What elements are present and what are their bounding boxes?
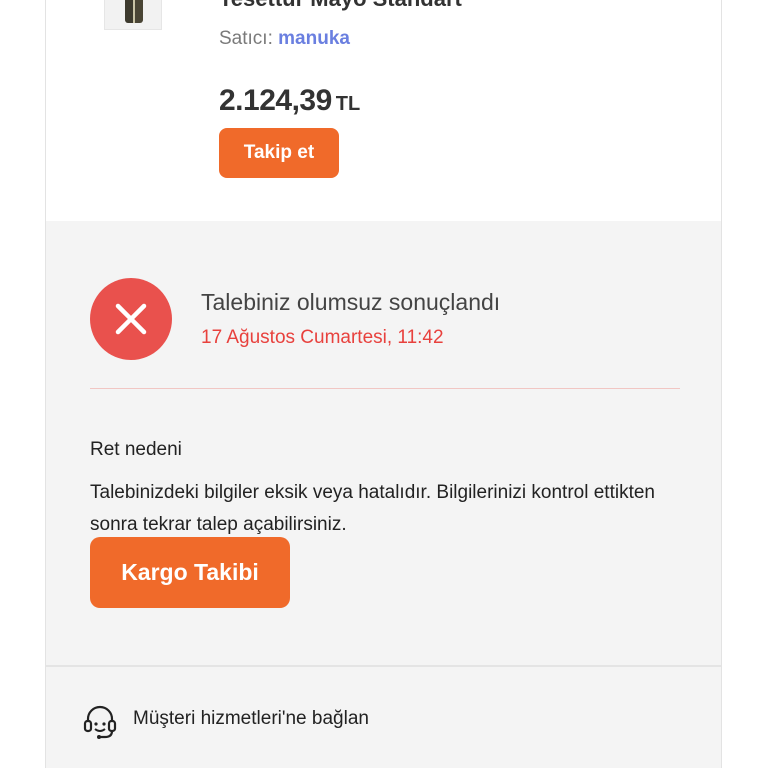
close-icon bbox=[115, 303, 147, 335]
seller-label: Satıcı: bbox=[219, 28, 273, 49]
cargo-tracking-button[interactable]: Kargo Takibi bbox=[90, 537, 290, 608]
seller-info: Satıcı: manuka bbox=[219, 28, 350, 50]
status-title: Talebiniz olumsuz sonuçlandı bbox=[201, 289, 501, 315]
product-image bbox=[125, 0, 143, 23]
customer-service-link[interactable]: Müşteri hizmetleri'ne bağlan bbox=[133, 708, 369, 730]
customer-service-row[interactable]: Müşteri hizmetleri'ne bağlan bbox=[46, 667, 721, 768]
headset-icon bbox=[83, 705, 117, 739]
price-amount: 2.124,39 bbox=[219, 84, 332, 117]
seller-link[interactable]: manuka bbox=[278, 28, 350, 49]
error-status-badge bbox=[90, 278, 172, 360]
status-date: 17 Ağustos Cumartesi, 11:42 bbox=[201, 327, 444, 348]
rejection-reason-text: Talebinizdeki bilgiler eksik veya hatalı… bbox=[90, 482, 655, 535]
rejection-reason-label: Ret nedeni bbox=[90, 439, 182, 460]
divider bbox=[90, 388, 680, 389]
product-thumbnail[interactable] bbox=[104, 0, 162, 30]
request-result-section: Talebiniz olumsuz sonuçlandı 17 Ağustos … bbox=[46, 221, 721, 665]
product-section: Tesettür Mayo Standart Satıcı: manuka 2.… bbox=[46, 0, 721, 221]
price-currency: TL bbox=[335, 93, 361, 115]
product-price: 2.124,39 TL bbox=[219, 84, 360, 118]
follow-button[interactable]: Takip et bbox=[219, 128, 339, 178]
page: Tesettür Mayo Standart Satıcı: manuka 2.… bbox=[0, 0, 768, 768]
request-detail-card: Tesettür Mayo Standart Satıcı: manuka 2.… bbox=[45, 0, 722, 768]
product-title[interactable]: Tesettür Mayo Standart bbox=[219, 0, 462, 12]
